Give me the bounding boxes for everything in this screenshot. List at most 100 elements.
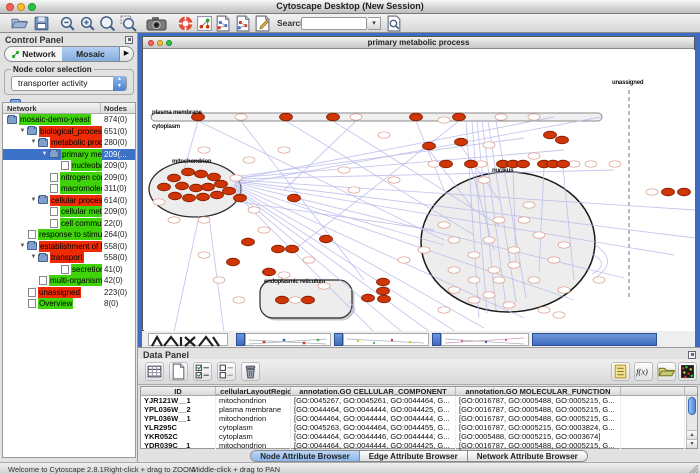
- tree-row[interactable]: ▼establishment of lo558(0): [3, 241, 135, 253]
- network-node[interactable]: [235, 114, 247, 120]
- column-header[interactable]: annotation.GO CELLULAR_COMPONENT: [291, 387, 456, 395]
- network-node[interactable]: [378, 132, 390, 138]
- column-header[interactable]: ID: [141, 387, 216, 395]
- function-builder-icon[interactable]: f(x): [634, 362, 653, 381]
- network-node[interactable]: [585, 161, 597, 167]
- table-scrollbar[interactable]: ▲ ▼: [686, 396, 697, 448]
- minimized-window-1[interactable]: [148, 333, 228, 346]
- network-node[interactable]: [548, 257, 560, 263]
- network-node-selected[interactable]: [286, 245, 299, 253]
- network-node-selected[interactable]: [423, 142, 436, 150]
- unselect-attributes-icon[interactable]: [217, 362, 236, 381]
- network-node-selected[interactable]: [678, 188, 691, 196]
- scroll-up-button[interactable]: ▲: [687, 430, 697, 439]
- tree-row[interactable]: ▼metabolic process280(0): [3, 137, 135, 149]
- network-node-selected[interactable]: [440, 160, 453, 168]
- zoom-in-icon[interactable]: [79, 15, 96, 32]
- dropdown-stepper-icon[interactable]: ▲▼: [113, 76, 126, 91]
- network-edge[interactable]: [174, 216, 199, 332]
- attribute-table-header[interactable]: ID_cellularLayoutRegionannotation.GO CEL…: [141, 387, 697, 396]
- tree-row[interactable]: cellular metabo209(0): [3, 206, 135, 218]
- tree-row[interactable]: response to stimul264(0): [3, 229, 135, 241]
- network-node-selected[interactable]: [223, 187, 236, 195]
- minimized-window-4[interactable]: [441, 333, 529, 346]
- network-node-selected[interactable]: [327, 113, 340, 121]
- network-node[interactable]: [303, 257, 315, 263]
- zoom-selected-region-icon[interactable]: [120, 15, 137, 32]
- network-node[interactable]: [428, 161, 440, 167]
- network-node[interactable]: [448, 267, 460, 273]
- table-row[interactable]: YLR295Ccytoplasm[GO:0045263, GO:0044464,…: [141, 423, 697, 432]
- network-node-selected[interactable]: [195, 170, 208, 178]
- network-canvas[interactable]: plasma membrane cytoplasm mitochondrion …: [144, 50, 695, 332]
- network-node[interactable]: [508, 262, 520, 268]
- tab-mosaic[interactable]: Mosaic: [62, 47, 119, 61]
- window-titlebar[interactable]: Cytoscape Desktop (New Session): [0, 0, 700, 14]
- help-icon[interactable]: [177, 15, 194, 32]
- network-node-selected[interactable]: [517, 160, 530, 168]
- network-node-selected[interactable]: [234, 194, 247, 202]
- tree-row[interactable]: nitrogen compo209(0): [3, 172, 135, 184]
- network-node[interactable]: [153, 199, 165, 205]
- tree-row[interactable]: nucleobase-209(0): [3, 160, 135, 172]
- network-node[interactable]: [468, 297, 480, 303]
- tree-row[interactable]: mosaic-demo-yeast874(0): [3, 114, 135, 126]
- network-node[interactable]: [338, 167, 350, 173]
- network-edge[interactable]: [294, 202, 444, 245]
- network-node[interactable]: [533, 232, 545, 238]
- table-row[interactable]: YJR121W__1mitochondrion[GO:0045267, GO:0…: [141, 396, 697, 405]
- tree-row[interactable]: ▼transport558(0): [3, 252, 135, 264]
- select-attributes-icon[interactable]: [193, 362, 212, 381]
- network-node-selected[interactable]: [263, 268, 276, 276]
- network-view-window[interactable]: primary metabolic process plasma membran…: [142, 36, 695, 331]
- minimized-window-5[interactable]: [532, 333, 657, 346]
- network-node[interactable]: [468, 277, 480, 283]
- column-header[interactable]: annotation.GO MOLECULAR_FUNCTION: [456, 387, 621, 395]
- network-node-selected[interactable]: [557, 160, 570, 168]
- resize-grip[interactable]: [689, 464, 699, 474]
- network-node[interactable]: [558, 242, 570, 248]
- network-node-selected[interactable]: [378, 295, 391, 303]
- network-node-selected[interactable]: [544, 131, 557, 139]
- network-node[interactable]: [528, 277, 540, 283]
- import-network-icon[interactable]: [214, 15, 231, 32]
- network-node[interactable]: [483, 292, 495, 298]
- tree-header-nodes[interactable]: Nodes: [104, 104, 127, 113]
- network-node[interactable]: [495, 114, 507, 120]
- tab-network-attribute-browser[interactable]: Network Attribute Browser: [468, 451, 587, 461]
- expander-icon[interactable]: ▼: [29, 137, 38, 148]
- minimized-window-3-grip[interactable]: [334, 333, 343, 346]
- delete-attribute-icon[interactable]: [241, 362, 260, 381]
- network-node[interactable]: [528, 153, 540, 159]
- network-node[interactable]: [418, 247, 430, 253]
- network-node[interactable]: [646, 189, 658, 195]
- apply-layout-icon[interactable]: [196, 15, 213, 32]
- minimized-window-2[interactable]: [245, 333, 331, 346]
- network-node[interactable]: [518, 217, 530, 223]
- snapshot-camera-icon[interactable]: [146, 15, 168, 32]
- network-node-selected[interactable]: [211, 191, 224, 199]
- network-node[interactable]: [503, 302, 515, 308]
- network-node[interactable]: [508, 247, 520, 253]
- network-edge[interactable]: [240, 202, 434, 230]
- table-row[interactable]: YDR039C__1mitochondrion[GO:0044464, GO:0…: [141, 441, 697, 450]
- network-node[interactable]: [448, 237, 460, 243]
- network-node-selected[interactable]: [302, 296, 315, 304]
- column-header[interactable]: _cellularLayoutRegion: [216, 387, 291, 395]
- scrollbar-thumb[interactable]: [688, 397, 696, 415]
- save-session-icon[interactable]: [33, 15, 50, 32]
- tab-network[interactable]: Network: [5, 47, 62, 61]
- tree-row[interactable]: unassigned223(0): [3, 287, 135, 299]
- annotation-icon[interactable]: [254, 15, 271, 32]
- network-node[interactable]: [198, 252, 210, 258]
- network-node-selected[interactable]: [215, 180, 228, 188]
- tree-row[interactable]: Overview8(0): [3, 298, 135, 310]
- network-node[interactable]: [289, 297, 301, 303]
- tree-row[interactable]: multi-organism pro42(0): [3, 275, 135, 287]
- tree-row[interactable]: macromolecule311(0): [3, 183, 135, 195]
- network-node[interactable]: [523, 202, 535, 208]
- node-color-dropdown[interactable]: transporter activity ▲▼: [11, 76, 127, 91]
- network-node-selected[interactable]: [176, 182, 189, 190]
- network-node-selected[interactable]: [453, 113, 466, 121]
- search-dropdown-button[interactable]: ▾: [368, 17, 381, 30]
